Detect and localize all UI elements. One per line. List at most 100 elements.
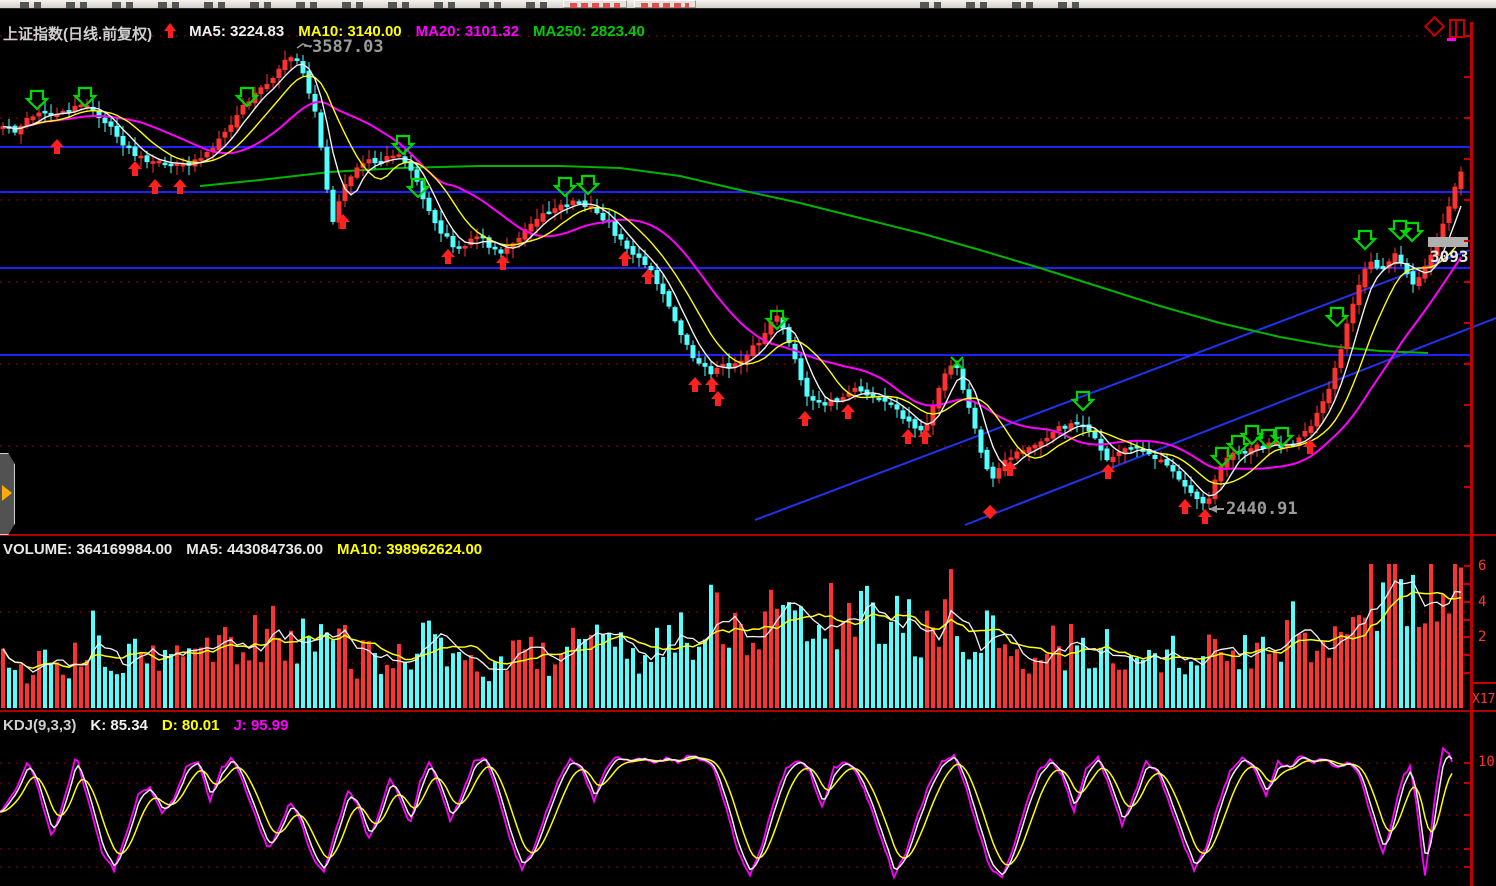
kdj-title[interactable]: KDJ(9,3,3)	[3, 717, 76, 734]
candle-body	[204, 152, 210, 158]
ma20-line	[26, 100, 1462, 470]
candle-body	[450, 235, 456, 248]
volume-bar	[1063, 670, 1067, 708]
volume-bar	[193, 648, 197, 708]
volume-bar	[409, 669, 413, 708]
candle-body	[1320, 401, 1326, 413]
buy-signal-arrow	[918, 429, 932, 444]
volume-bar	[883, 643, 887, 708]
price-tag-bar	[1428, 237, 1468, 247]
volume-bar	[1387, 564, 1391, 708]
candle-body	[1416, 277, 1422, 287]
toolbar-quote-button-1[interactable]	[563, 0, 627, 8]
volume-bar	[1249, 668, 1253, 708]
volume-bar	[313, 651, 317, 708]
volume-bar	[661, 657, 665, 708]
ma250-line	[199, 165, 1429, 354]
volume-bar	[973, 651, 977, 708]
volume-bar	[31, 674, 35, 708]
volume-bar	[1213, 638, 1217, 708]
volume-bar	[49, 662, 53, 708]
candle-body	[1110, 456, 1116, 462]
candle-body	[666, 291, 672, 307]
volume-value: VOLUME: 364169984.00	[3, 541, 173, 558]
volume-bar	[1267, 653, 1271, 708]
volume-bar	[109, 670, 113, 708]
volume-bar	[295, 663, 299, 708]
volume-bar	[673, 652, 677, 708]
candle-body	[498, 249, 504, 254]
volume-bar	[523, 649, 527, 708]
candle-body	[978, 429, 984, 453]
volume-bar	[1411, 574, 1415, 708]
volume-bar	[751, 642, 755, 708]
instrument-title[interactable]: 上证指数(日线.前复权)	[3, 23, 152, 44]
volume-ma5-value: MA5: 443084736.00	[186, 541, 324, 558]
volume-bar	[1219, 652, 1223, 708]
candle-body	[462, 245, 468, 249]
kdj-chart[interactable]: 10	[0, 712, 1496, 886]
pane-separator[interactable]	[0, 534, 1496, 536]
toolbar-quote-button-2[interactable]	[634, 0, 696, 8]
volume-bar	[1099, 647, 1103, 708]
volume-bar	[691, 659, 695, 708]
volume-ma5-line	[2, 580, 1462, 673]
candle-body	[1446, 206, 1452, 223]
candle-body	[264, 83, 270, 90]
volume-bar	[637, 673, 641, 708]
volume-axis-label: 4	[1478, 594, 1486, 610]
volume-bar	[1123, 669, 1127, 708]
volume-bar	[1003, 644, 1007, 708]
trend-line[interactable]	[964, 317, 1496, 526]
volume-axis-label: 6	[1478, 558, 1486, 574]
kdj-header: KDJ(9,3,3) K: 85.34 D: 80.01 J: 95.99	[3, 717, 289, 734]
volume-bar	[937, 646, 941, 708]
volume-bar	[577, 638, 581, 708]
split-window-icon[interactable]	[1449, 19, 1465, 38]
candle-body	[1176, 471, 1182, 480]
volume-bar	[361, 640, 365, 708]
volume-bar	[25, 683, 29, 708]
volume-bar	[1087, 668, 1091, 708]
pane-separator[interactable]	[0, 710, 1496, 712]
volume-bar	[223, 626, 227, 708]
volume-bar	[1111, 663, 1115, 708]
volume-bar	[421, 622, 425, 708]
candle-body	[456, 246, 462, 249]
volume-bar	[823, 638, 827, 708]
volume-bar	[811, 638, 815, 708]
candle-body	[858, 386, 864, 392]
volume-bar	[733, 612, 737, 708]
candle-body	[174, 163, 180, 166]
candle-body	[642, 256, 648, 265]
candle-body	[1188, 485, 1194, 493]
candle-body	[546, 211, 552, 215]
volume-chart[interactable]: 6 4 2 X17	[0, 536, 1496, 710]
candle-body	[1314, 412, 1320, 427]
candle-body	[990, 466, 996, 479]
candle-body	[1092, 431, 1098, 439]
volume-bar	[913, 656, 917, 708]
candle-body	[1050, 432, 1056, 439]
volume-bar	[1153, 653, 1157, 708]
volume-bar	[385, 664, 389, 708]
volume-bar	[1459, 567, 1463, 708]
candle-body	[552, 208, 558, 214]
candle-body	[354, 167, 360, 178]
candle-body	[282, 59, 288, 71]
candle-body	[1458, 171, 1464, 190]
candle-body	[114, 125, 120, 137]
main-candlestick-chart[interactable]: 3587.032440.913093	[0, 8, 1496, 534]
candle-body	[702, 363, 708, 367]
volume-bar	[769, 589, 773, 708]
volume-bar	[817, 624, 821, 708]
sidebar-expand-tab[interactable]	[0, 453, 15, 535]
volume-bar	[619, 632, 623, 708]
volume-bar	[61, 674, 65, 708]
candle-body	[276, 68, 282, 79]
volume-bar	[703, 639, 707, 708]
volume-bar	[1423, 623, 1427, 708]
sell-signal-arrow	[1070, 390, 1096, 412]
sell-signal-arrow	[1352, 229, 1378, 251]
volume-bar	[613, 646, 617, 708]
